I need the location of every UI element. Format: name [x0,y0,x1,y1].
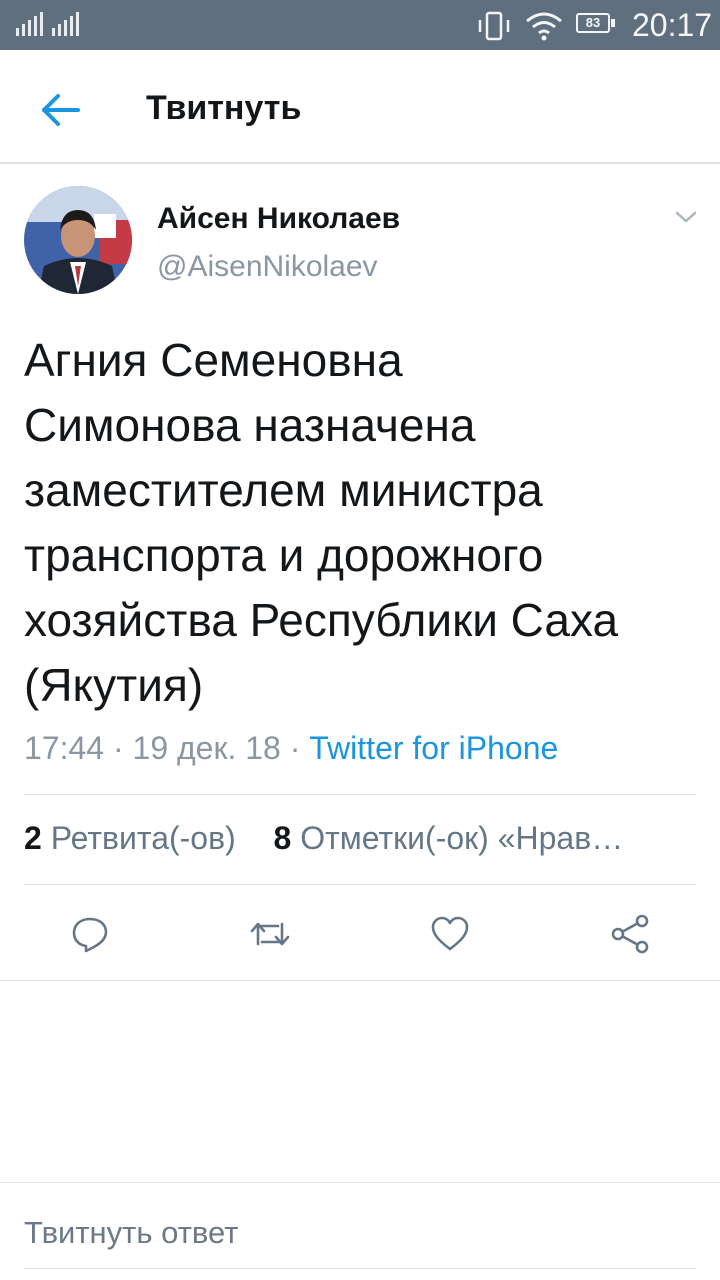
signal-icon [16,12,43,36]
like-icon[interactable] [430,914,470,954]
retweet-icon[interactable] [250,914,290,954]
author-name[interactable]: Айсен Николаев [157,200,400,238]
meta-separator: · [104,730,133,766]
vibrate-icon [478,11,510,41]
reply-underline [24,1268,696,1269]
retweets-stat[interactable]: 2 Ретвита(-ов) [24,820,236,856]
tweet-meta: 17:44 · 19 дек. 18 · Twitter for iPhone [24,726,558,770]
divider [0,980,720,981]
meta-separator: · [280,730,310,766]
share-icon[interactable] [610,914,650,954]
likes-label: Отметки(-ок) «Нрав… [300,820,624,856]
retweets-label: Ретвита(-ов) [50,820,236,856]
battery-icon: 83 [576,13,616,35]
likes-stat[interactable]: 8 Отметки(-ок) «Нрав… [274,820,624,856]
tweet-time: 17:44 [24,730,105,766]
reply-icon[interactable] [70,914,110,954]
status-time: 20:17 [632,7,713,43]
tweet-source-link[interactable]: Twitter for iPhone [309,730,558,766]
tweet-actions [0,906,720,962]
wifi-icon [526,12,562,41]
battery-level: 83 [576,13,610,33]
tweet-stats: 2 Ретвита(-ов) 8 Отметки(-ок) «Нрав… [24,816,623,860]
reply-input[interactable]: Твитнуть ответ [24,1206,696,1260]
chevron-down-icon[interactable] [672,203,700,231]
retweets-count: 2 [24,820,42,856]
likes-count: 8 [273,820,292,856]
app-bar: Твитнуть [0,50,720,164]
tweet-date: 19 дек. 18 [132,730,281,766]
author-handle[interactable]: @AisenNikolaev [157,248,378,286]
status-bar: 83 20:17 [0,0,720,50]
tweet-text: Агния Семеновна Симонова назначена замес… [24,334,619,711]
page-title: Твитнуть [146,89,302,127]
avatar[interactable] [24,186,132,294]
divider [24,884,696,885]
divider [0,1182,720,1183]
arrow-left-icon[interactable] [36,86,84,134]
divider [24,794,696,795]
signal-icon [52,12,79,36]
